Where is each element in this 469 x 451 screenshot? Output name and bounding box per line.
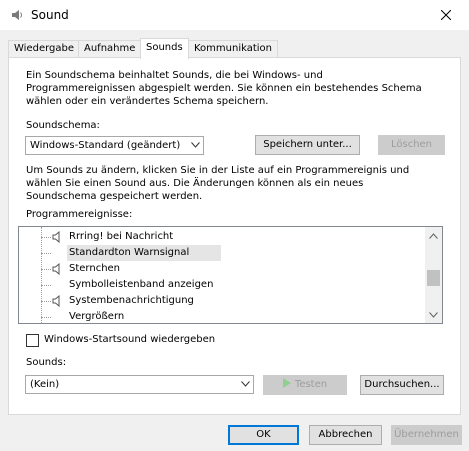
test-button[interactable]: Testen — [263, 375, 347, 395]
tab-sounds[interactable]: Sounds — [140, 38, 189, 59]
scheme-dropdown-value: Windows-Standard (geändert) — [30, 140, 181, 151]
events-label: Programmereignisse: — [26, 209, 133, 220]
close-icon — [441, 10, 451, 20]
instructions-text: Um Sounds zu ändern, klicken Sie in der … — [26, 165, 410, 202]
speaker-icon — [52, 295, 60, 307]
scroll-up-button[interactable] — [425, 227, 442, 244]
scheme-dropdown[interactable]: Windows-Standard (geändert) — [25, 136, 204, 155]
close-button[interactable] — [423, 0, 469, 30]
scheme-label: Soundschema: — [26, 120, 100, 131]
sound-dropdown[interactable]: (Kein) — [25, 375, 254, 394]
list-item[interactable]: Sternchen — [19, 261, 427, 277]
speaker-icon — [52, 231, 60, 243]
startup-sound-checkbox[interactable] — [26, 334, 39, 347]
scroll-down-button[interactable] — [425, 306, 442, 323]
tab-kommunikation[interactable]: Kommunikation — [188, 40, 279, 58]
speaker-app-icon — [12, 10, 22, 20]
window-title: Sound — [31, 8, 69, 22]
scroll-thumb[interactable] — [427, 270, 440, 286]
ok-button[interactable]: OK — [228, 425, 299, 445]
list-item[interactable]: Systembenachrichtigung — [19, 293, 427, 309]
list-item[interactable]: Symbolleistenband anzeigen — [19, 277, 427, 293]
apply-button[interactable]: Übernehmen — [391, 425, 462, 445]
events-scrollbar[interactable] — [425, 227, 442, 323]
cancel-button[interactable]: Abbrechen — [309, 425, 382, 445]
browse-button[interactable]: Durchsuchen... — [360, 375, 444, 395]
speaker-icon — [52, 263, 60, 275]
chevron-up-icon — [429, 232, 438, 239]
chevron-down-icon — [241, 381, 250, 387]
tab-wiedergabe[interactable]: Wiedergabe — [8, 40, 81, 58]
title-bar: Sound — [0, 0, 469, 30]
sound-dropdown-value: (Kein) — [30, 379, 60, 390]
save-as-button[interactable]: Speichern unter... — [255, 135, 360, 155]
play-icon — [282, 378, 291, 388]
chevron-down-icon — [429, 311, 438, 318]
list-item[interactable]: Vergrößern — [19, 309, 427, 323]
sounds-label: Sounds: — [26, 357, 67, 368]
delete-scheme-button[interactable]: Löschen — [378, 135, 445, 155]
list-item[interactable]: Rrring! bei Nachricht — [19, 229, 427, 245]
tab-aufnahme[interactable]: Aufnahme — [78, 40, 142, 58]
startup-sound-label: Windows-Startsound wiedergeben — [44, 334, 216, 345]
list-item-selected[interactable]: Standardton Warnsignal — [19, 245, 427, 261]
chevron-down-icon — [191, 142, 200, 148]
program-events-list[interactable]: Rrring! bei Nachricht Standardton Warnsi… — [18, 226, 443, 324]
description-text: Ein Soundschema beinhaltet Sounds, die b… — [26, 70, 422, 107]
